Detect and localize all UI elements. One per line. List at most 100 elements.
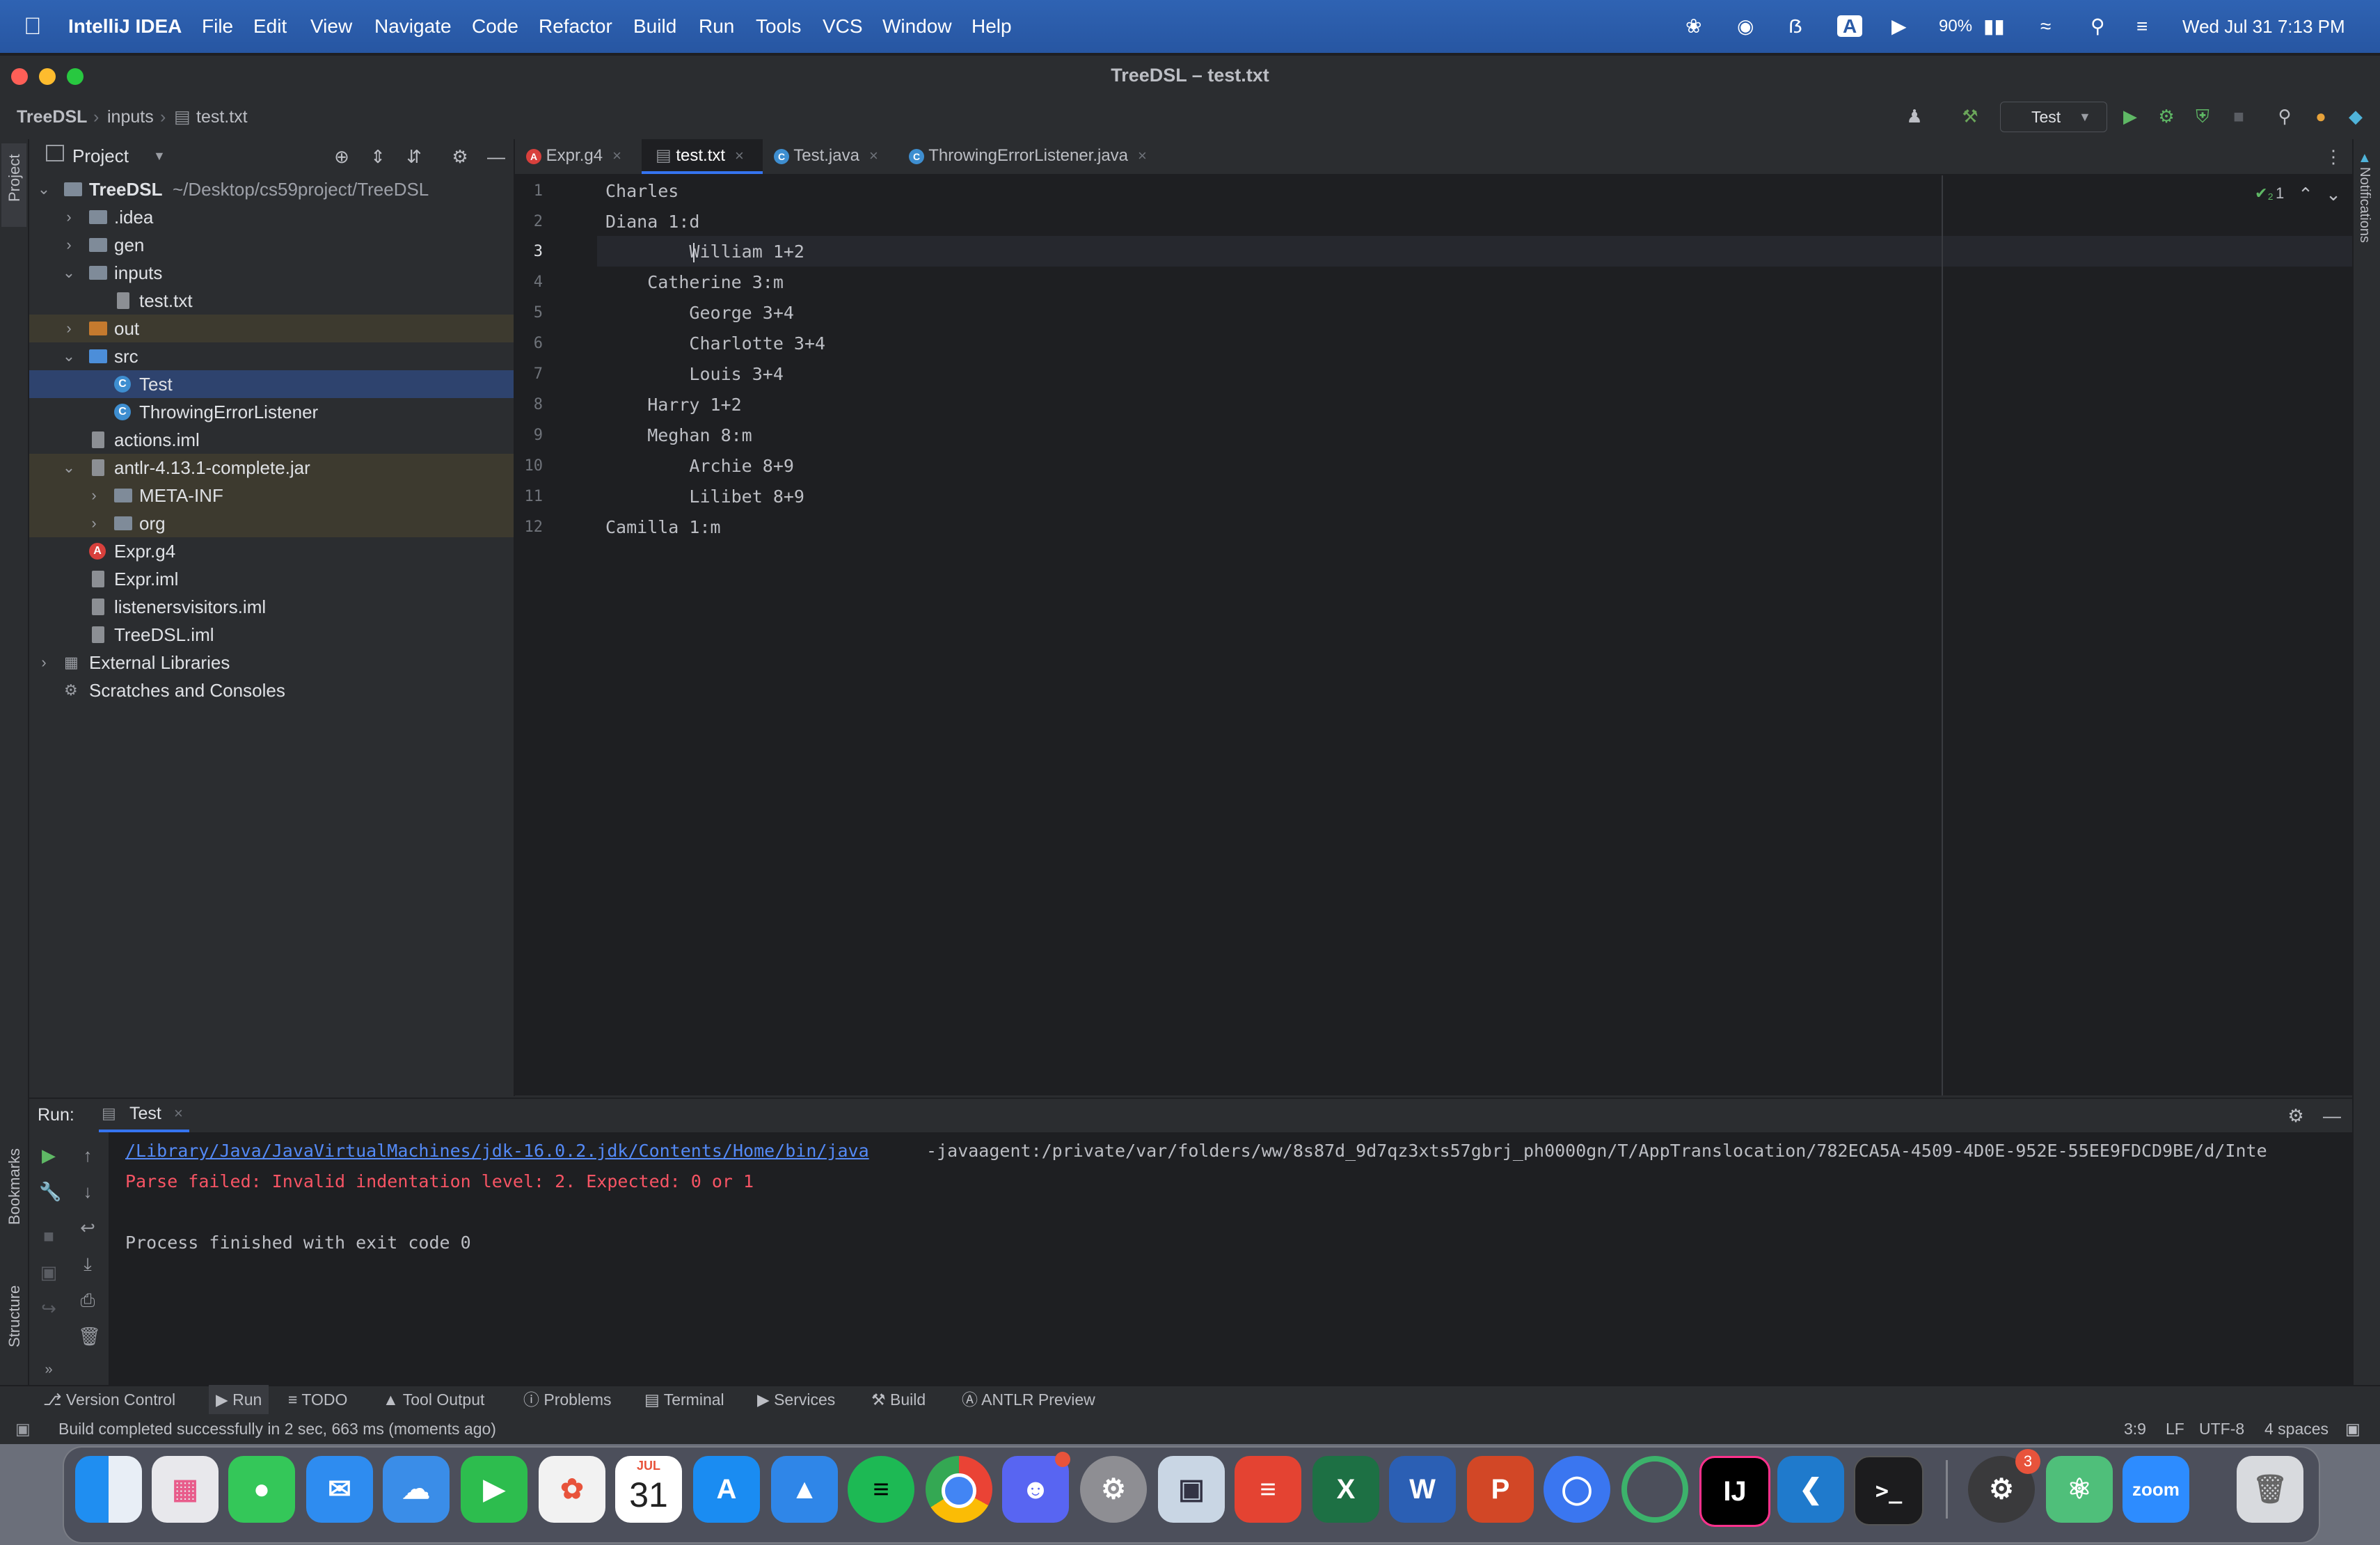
airdrop-icon[interactable]: ◉ [1737, 0, 1754, 53]
code-line[interactable]: Archie 8+9 [605, 451, 794, 482]
hide-panel-icon[interactable]: — [2322, 1105, 2342, 1126]
soft-wrap-icon[interactable]: ↩ [78, 1218, 97, 1237]
console-java-path-link[interactable]: /Library/Java/JavaVirtualMachines/jdk-16… [125, 1136, 869, 1166]
tree-row[interactable]: › ▦ External Libraries [29, 649, 514, 676]
inspection-ok-icon[interactable]: ✔₂ [2255, 180, 2274, 207]
trash-icon[interactable]: 🗑 [78, 1326, 101, 1346]
tree-row[interactable]: test.txt [29, 287, 514, 315]
update-icon[interactable]: ● [2310, 106, 2331, 127]
tab-test-java[interactable]: C Test.java × [774, 139, 892, 174]
control-center-icon[interactable]: ≡ [2136, 0, 2148, 53]
tree-row[interactable]: actions.iml [29, 426, 514, 454]
run-tab-test[interactable]: ▤ Test × [99, 1098, 189, 1132]
terminal-app-icon[interactable]: >_ [1854, 1456, 1923, 1526]
build-button[interactable]: ⚒ Build [871, 1385, 926, 1414]
app-store-icon[interactable]: A [693, 1456, 760, 1523]
bookmarks-stripe-label[interactable]: Bookmarks [6, 1148, 24, 1225]
bluetooth-icon[interactable]: ẞ [1788, 0, 1802, 53]
photos-icon[interactable]: ✿ [539, 1456, 605, 1523]
notifications-stripe-label[interactable]: Notifications [2356, 167, 2372, 243]
search-everywhere-icon[interactable]: ⚲ [2274, 106, 2295, 127]
close-icon[interactable]: × [735, 147, 744, 164]
menu-build[interactable]: Build [633, 0, 676, 53]
user-vcs-icon[interactable]: ♟ [1904, 106, 1925, 127]
menu-window[interactable]: Window [882, 0, 952, 53]
gear-icon[interactable]: ⚙ [450, 146, 470, 167]
run-tool-button[interactable]: ▶ Run [209, 1385, 269, 1414]
finder-icon[interactable] [75, 1456, 142, 1523]
tree-row[interactable]: › META-INF [29, 482, 514, 509]
spotify-icon[interactable]: ≡ [848, 1456, 914, 1523]
tree-row[interactable]: ⌄ src [29, 342, 514, 370]
menu-clock[interactable]: Wed Jul 31 7:13 PM [2182, 0, 2345, 53]
zoom-icon[interactable]: zoom [2123, 1456, 2189, 1523]
run-config-selector[interactable]: Test ▼ [2000, 102, 2107, 132]
more-tabs-icon[interactable]: ⋮ [2323, 146, 2344, 167]
close-icon[interactable]: × [612, 147, 621, 164]
lock-icon[interactable]: ▣ [2345, 1414, 2361, 1444]
menu-navigate[interactable]: Navigate [374, 0, 452, 53]
menu-refactor[interactable]: Refactor [539, 0, 612, 53]
menu-file[interactable]: File [202, 0, 233, 53]
caret-position[interactable]: 3:9 [2124, 1414, 2146, 1444]
tree-row[interactable]: ⚙ Scratches and Consoles [29, 676, 514, 704]
wrench-icon[interactable]: 🔧 [39, 1182, 61, 1201]
file-encoding[interactable]: UTF-8 [2199, 1414, 2244, 1444]
notifications-icon[interactable]: ▲ [2358, 150, 2372, 166]
chevron-down-icon[interactable]: ▼ [153, 139, 166, 173]
tree-row[interactable]: Expr.iml [29, 565, 514, 593]
breadcrumb-folder[interactable]: inputs [107, 95, 154, 139]
code-line[interactable]: Charles [605, 176, 679, 207]
play-circle-icon[interactable]: ▶ [1891, 0, 1907, 53]
calendar-icon[interactable]: JUL 31 [615, 1456, 682, 1523]
previous-highlight-icon[interactable]: ⌃ [2295, 184, 2316, 205]
hide-panel-icon[interactable]: — [486, 146, 507, 167]
code-line[interactable]: Meghan 8:m [605, 420, 752, 451]
menu-app-name[interactable]: IntelliJ IDEA [68, 0, 182, 53]
code-line[interactable]: Harry 1+2 [605, 390, 741, 420]
tree-row[interactable]: › out [29, 315, 514, 342]
code-editor[interactable] [597, 175, 2352, 1095]
tree-row[interactable]: › .idea [29, 203, 514, 231]
code-line[interactable]: Diana 1:d [605, 207, 699, 237]
tab-test-txt[interactable]: ▤ test.txt × [642, 139, 763, 174]
menu-run[interactable]: Run [699, 0, 734, 53]
breadcrumb-file[interactable]: test.txt [196, 95, 248, 139]
code-line[interactable]: Louis 3+4 [605, 359, 783, 390]
tree-row[interactable]: listenersvisitors.iml [29, 593, 514, 621]
camera-icon[interactable]: ▣ [39, 1262, 58, 1282]
antlr-preview-button[interactable]: Ⓐ ANTLR Preview [962, 1385, 1095, 1414]
version-control-button[interactable]: ⎇ Version Control [43, 1385, 175, 1414]
code-line[interactable]: Lilibet 8+9 [605, 482, 804, 512]
problems-button[interactable]: ⓘ Problems [523, 1385, 612, 1414]
stop-icon[interactable]: ■ [39, 1226, 58, 1246]
preview-icon[interactable]: ▣ [1158, 1456, 1225, 1523]
print-icon[interactable]: ⎙ [78, 1290, 97, 1310]
tree-row[interactable]: ⌄ inputs [29, 259, 514, 287]
build-hammer-icon[interactable]: ⚒ [1960, 106, 1981, 127]
loading-ring-icon[interactable] [1621, 1456, 1688, 1523]
menu-view[interactable]: View [310, 0, 352, 53]
project-panel-title[interactable]: Project [72, 139, 129, 173]
breadcrumb-project[interactable]: TreeDSL [17, 95, 87, 139]
next-highlight-icon[interactable]: ⌄ [2323, 184, 2344, 205]
messages-icon[interactable]: ● [228, 1456, 295, 1523]
arrow-down-icon[interactable]: ↓ [78, 1182, 97, 1201]
tab-expr-g4[interactable]: A Expr.g4 × [526, 139, 637, 174]
menu-vcs[interactable]: VCS [823, 0, 863, 53]
tree-row[interactable]: › org [29, 509, 514, 537]
atom-icon[interactable]: ⚛ [2046, 1456, 2113, 1523]
butterfly-icon[interactable]: ❀ [1685, 0, 1701, 53]
menu-help[interactable]: Help [971, 0, 1012, 53]
input-source-icon[interactable]: A [1837, 0, 1863, 53]
status-message[interactable]: Build completed successfully in 2 sec, 6… [58, 1414, 496, 1444]
gear-icon[interactable]: ⚙ [2285, 1105, 2306, 1126]
tree-row[interactable]: › gen [29, 231, 514, 259]
close-icon[interactable]: × [174, 1098, 183, 1130]
apple-icon[interactable]:  [24, 0, 42, 53]
weather-icon[interactable]: ☁ [383, 1456, 450, 1523]
menu-tools[interactable]: Tools [756, 0, 801, 53]
todo-button[interactable]: ≡ TODO [288, 1385, 347, 1414]
tool-output-button[interactable]: ▲ Tool Output [383, 1385, 484, 1414]
launchpad-icon[interactable]: ▦ [152, 1456, 219, 1523]
